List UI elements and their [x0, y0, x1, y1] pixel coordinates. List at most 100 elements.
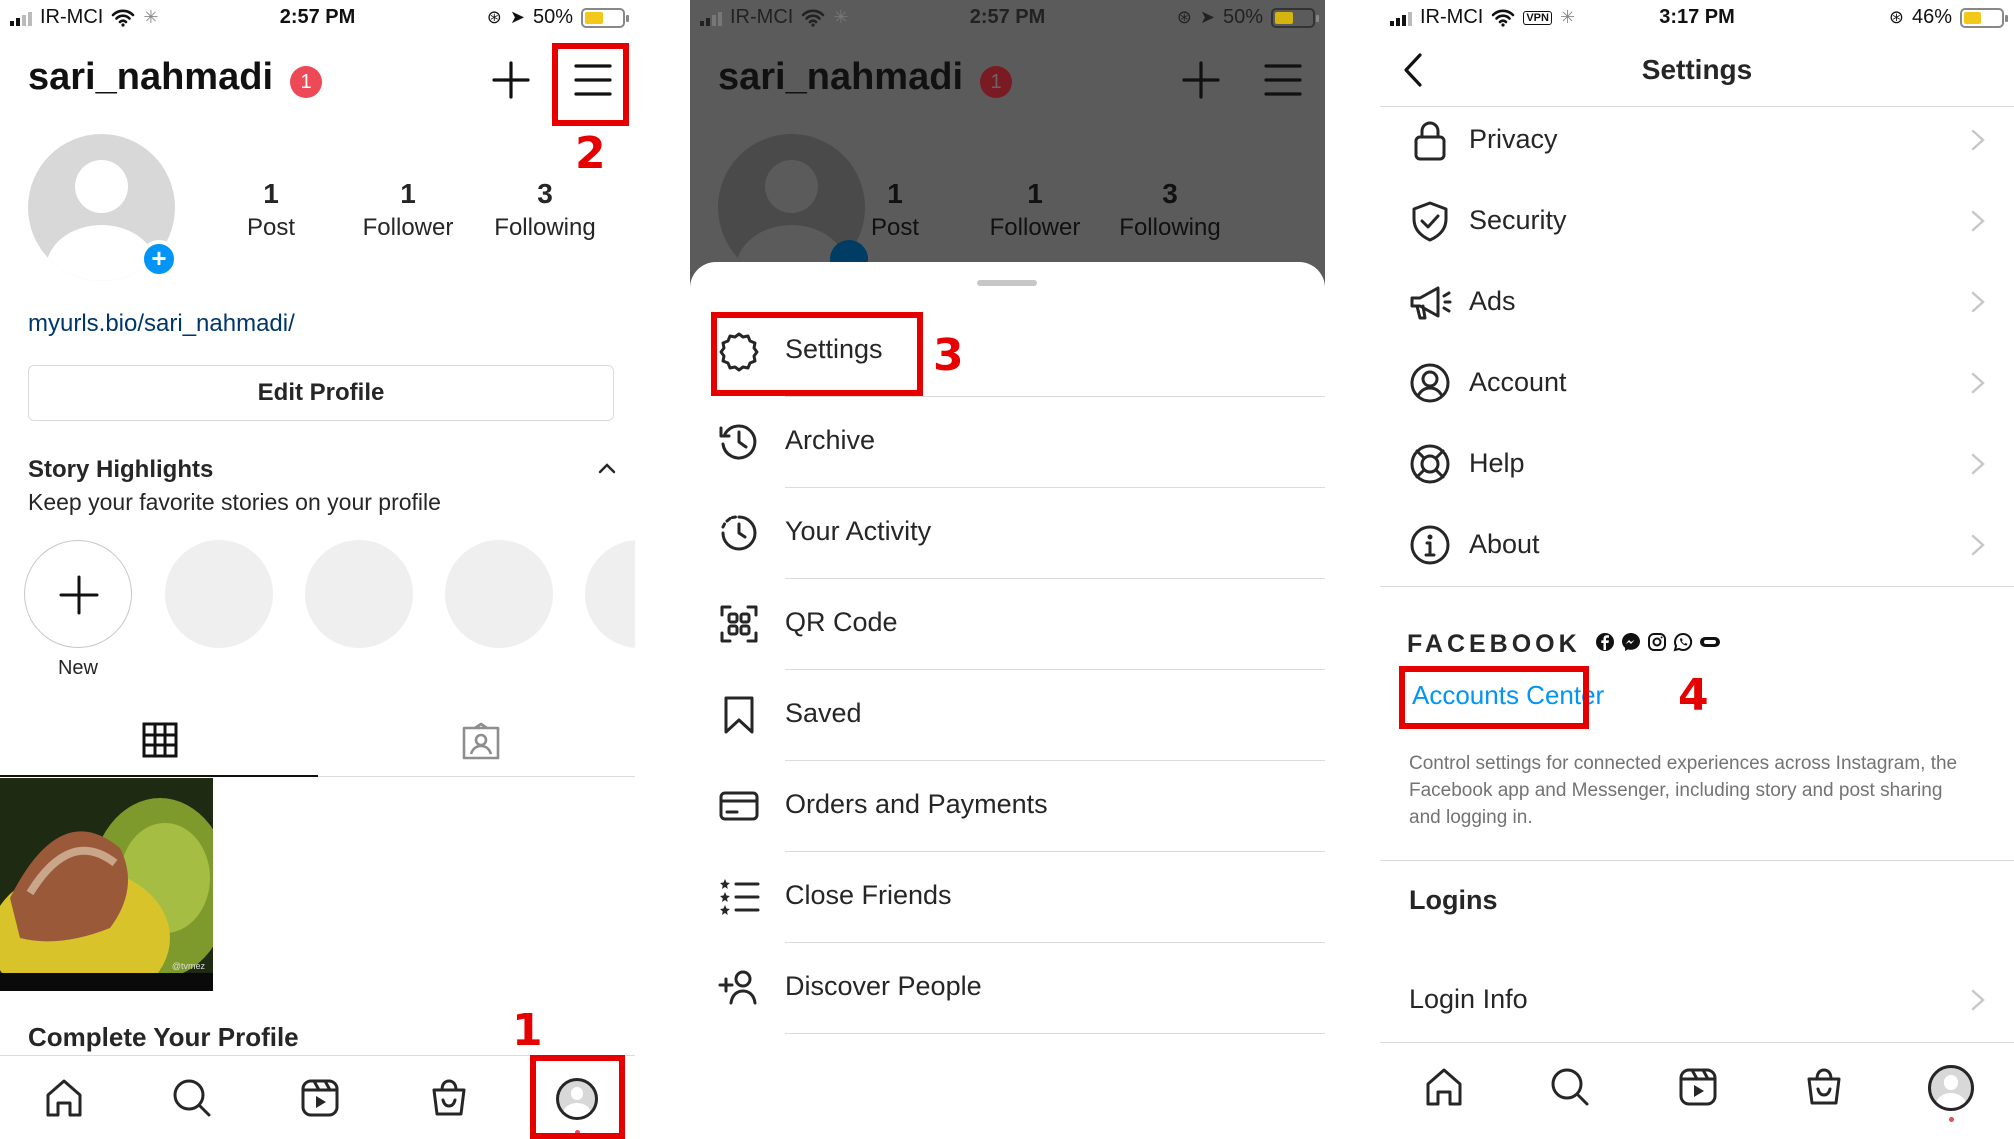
- reels-icon[interactable]: [1676, 1065, 1720, 1109]
- highlights-subtitle: Keep your favorite stories on your profi…: [28, 489, 441, 515]
- profile-menu-screen: IR-MCI ✳ 2:57 PM ⊛ ➤ 50% sari_nahmadi 1 1P…: [690, 0, 1325, 1139]
- shop-icon[interactable]: [1802, 1065, 1846, 1109]
- settings-item-about[interactable]: About: [1380, 505, 2014, 586]
- notification-badge: 1: [290, 66, 322, 98]
- logins-heading: Logins: [1409, 885, 1498, 915]
- stat-label: Following: [494, 214, 596, 241]
- menu-item-qr-code[interactable]: QR Code: [690, 579, 1325, 670]
- settings-item-label: About: [1469, 529, 1540, 559]
- search-icon[interactable]: [1548, 1065, 1592, 1109]
- stat-value: 1: [400, 178, 416, 209]
- chevron-right-icon: [1971, 210, 1985, 232]
- shield-icon: [1412, 201, 1448, 242]
- stat-label: Follower: [989, 214, 1081, 241]
- highlight-placeholder: [305, 540, 413, 648]
- menu-item-orders-payments[interactable]: Orders and Payments: [690, 761, 1325, 852]
- profile-screen: IR-MCI ✳ 2:57 PM ⊛ ➤ 50% sari_nahmadi 1 2 …: [0, 0, 635, 1139]
- notification-dot: [1949, 1117, 1954, 1122]
- facebook-icon: [1596, 633, 1614, 651]
- add-person-icon: [718, 970, 757, 1005]
- grid-icon[interactable]: [142, 722, 178, 758]
- chevron-up-icon[interactable]: [598, 462, 616, 474]
- status-bar: IR-MCI ✳ 2:57 PM ⊛ ➤ 50%: [690, 0, 1325, 36]
- menu-item-label: Close Friends: [785, 880, 952, 910]
- reels-icon[interactable]: [298, 1076, 342, 1120]
- edit-profile-button[interactable]: Edit Profile: [28, 365, 614, 421]
- highlight-placeholder: [445, 540, 553, 648]
- stat-value: 1: [887, 178, 903, 209]
- rotation-lock-icon: ⊛: [1888, 7, 1904, 27]
- status-bar: IR-MCI ✳ 2:57 PM ⊛ ➤ 50%: [0, 0, 635, 36]
- stat-following[interactable]: 3 Following: [485, 178, 605, 242]
- bottom-sheet: Settings Archive Your Activity QR Code S…: [690, 262, 1325, 1139]
- settings-item-label: Login Info: [1409, 984, 1528, 1014]
- chevron-right-icon: [1971, 129, 1985, 151]
- settings-item-login-info[interactable]: Login Info: [1380, 960, 2014, 1041]
- account-icon: [1410, 363, 1450, 403]
- highlight-box: [1399, 666, 1589, 729]
- new-highlight-button[interactable]: [24, 540, 132, 648]
- settings-item-label: Ads: [1469, 286, 1516, 316]
- archive-icon: [719, 424, 757, 460]
- settings-item-privacy[interactable]: Privacy: [1380, 100, 2014, 181]
- bio-link[interactable]: myurls.bio/sari_nahmadi/: [28, 310, 295, 338]
- close-friends-icon: [720, 879, 760, 915]
- stat-posts[interactable]: 1 Post: [226, 178, 316, 242]
- home-icon[interactable]: [42, 1076, 86, 1120]
- stat-value: 1: [263, 178, 279, 209]
- menu-item-saved[interactable]: Saved: [690, 670, 1325, 761]
- activity-icon: [721, 515, 757, 551]
- step-number: 4: [1678, 670, 1709, 721]
- sheet-handle[interactable]: [977, 280, 1037, 286]
- battery-icon: [1960, 7, 2008, 28]
- settings-item-help[interactable]: Help: [1380, 424, 2014, 505]
- stat-following: 3 Following: [1110, 178, 1230, 242]
- highlight-box: [711, 312, 923, 396]
- post-thumbnail[interactable]: @tvmez: [0, 778, 213, 991]
- settings-item-security[interactable]: Security: [1380, 181, 2014, 262]
- profile-username[interactable]: sari_nahmadi: [28, 56, 273, 99]
- notification-badge: 1: [980, 66, 1012, 98]
- page-title: Settings: [1641, 54, 1753, 85]
- menu-item-archive[interactable]: Archive: [690, 397, 1325, 488]
- step-number: 3: [933, 330, 964, 381]
- settings-item-label: Help: [1469, 448, 1525, 478]
- section-divider: [1380, 586, 2014, 587]
- instagram-icon: [1648, 633, 1666, 651]
- bookmark-icon: [724, 696, 754, 734]
- battery-icon: [1271, 7, 1319, 28]
- whatsapp-icon: [1673, 632, 1693, 652]
- settings-item-account[interactable]: Account: [1380, 343, 2014, 424]
- settings-item-ads[interactable]: Ads: [1380, 262, 2014, 343]
- add-story-icon[interactable]: +: [140, 240, 178, 278]
- chevron-right-icon: [1971, 989, 1985, 1011]
- stat-followers[interactable]: 1 Follower: [353, 178, 463, 242]
- highlight-placeholder: [165, 540, 273, 648]
- tagged-icon[interactable]: [461, 722, 501, 760]
- chevron-right-icon: [1971, 291, 1985, 313]
- profile-username: sari_nahmadi: [718, 56, 963, 98]
- highlight-box: [530, 1055, 625, 1139]
- tab-divider: [318, 776, 635, 777]
- meta-apps-icons: [1595, 632, 1721, 652]
- info-icon: [1410, 525, 1450, 565]
- plus-icon[interactable]: [491, 60, 531, 100]
- location-icon: ➤: [1199, 7, 1215, 27]
- profile-tab-icon[interactable]: [1928, 1065, 1974, 1111]
- shop-icon[interactable]: [427, 1076, 471, 1120]
- battery-icon: [581, 7, 629, 28]
- menu-item-your-activity[interactable]: Your Activity: [690, 488, 1325, 579]
- chevron-right-icon: [1971, 534, 1985, 556]
- search-icon[interactable]: [170, 1076, 214, 1120]
- step-number: 1: [512, 1005, 543, 1056]
- home-icon[interactable]: [1422, 1065, 1466, 1109]
- active-tab-indicator: [0, 775, 318, 777]
- step-number: 2: [575, 128, 606, 179]
- menu-item-close-friends[interactable]: Close Friends: [690, 852, 1325, 943]
- hamburger-menu-icon: [1264, 64, 1302, 96]
- highlight-box: [552, 43, 629, 126]
- card-icon: [719, 791, 759, 821]
- settings-item-label: Security: [1469, 205, 1567, 235]
- battery-percent: 46%: [1911, 6, 1952, 28]
- menu-item-discover-people[interactable]: Discover People: [690, 943, 1325, 1034]
